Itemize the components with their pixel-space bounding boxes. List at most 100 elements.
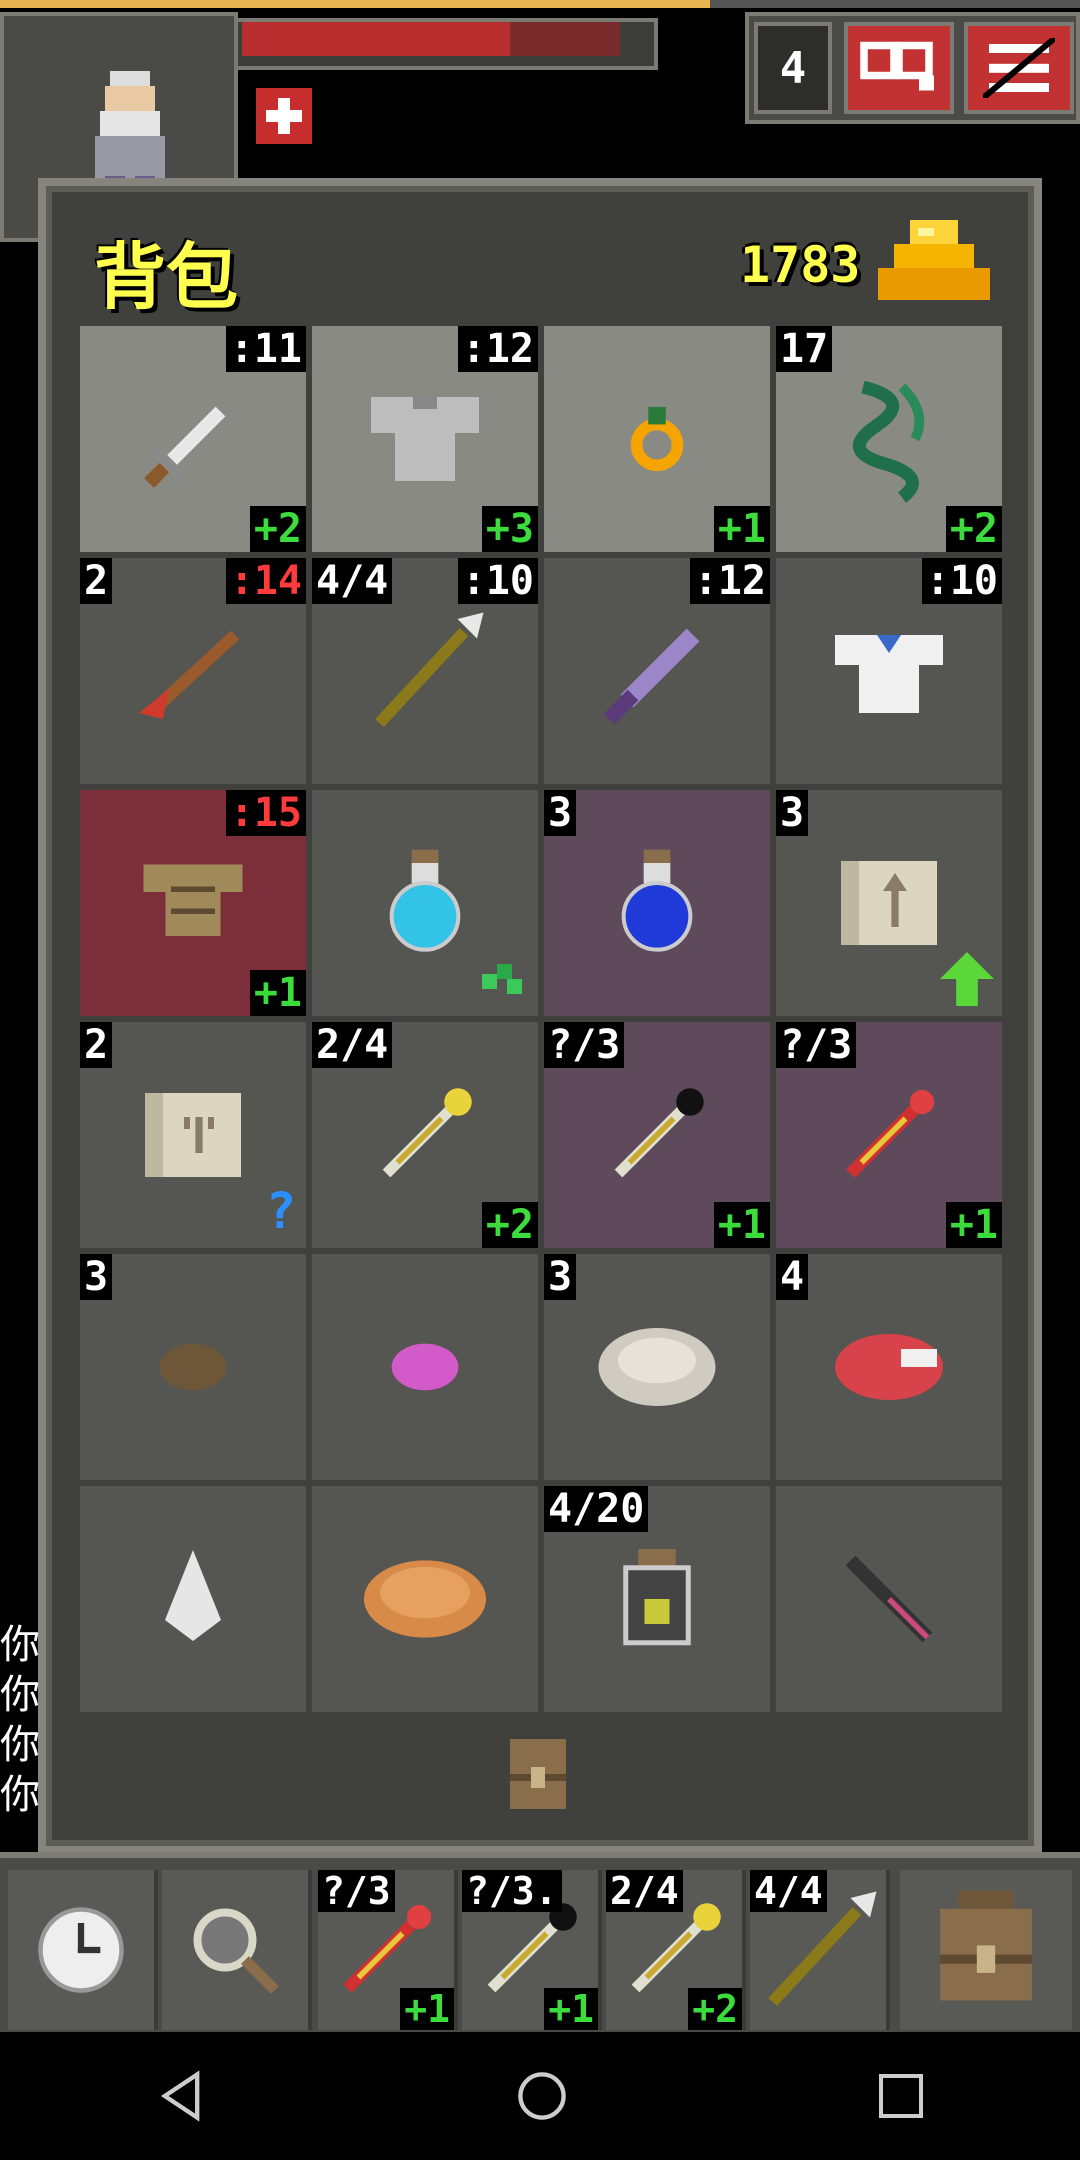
- log-line: 你: [0, 1622, 40, 1668]
- inventory-slot[interactable]: 2 :14: [80, 558, 306, 784]
- inventory-slot[interactable]: ?/3 +1: [544, 1022, 770, 1248]
- dew-vial-icon: [623, 1549, 691, 1646]
- experience-bar-empty: [710, 0, 1080, 8]
- meat-icon: [835, 1334, 943, 1400]
- item-quantity: 3: [80, 1254, 113, 1300]
- inventory-slot[interactable]: 3: [80, 1254, 306, 1480]
- backpack-button[interactable]: [900, 1870, 1072, 2030]
- inventory-slot[interactable]: ?/3 +1: [776, 1022, 1002, 1248]
- system-navigation-bar: [0, 2032, 1080, 2160]
- log-line: 你: [0, 1772, 40, 1818]
- quickslot-4[interactable]: 4/4: [750, 1870, 890, 2030]
- inventory-slot[interactable]: [312, 1486, 538, 1712]
- wand-gold-icon: [382, 1088, 472, 1178]
- quickslot-enchant-level: +1: [544, 1988, 598, 2030]
- leather-armor-icon: [143, 864, 243, 936]
- pasty-icon: [363, 1560, 487, 1638]
- quickslot-2[interactable]: ?/3. +1: [462, 1870, 602, 2030]
- inventory-slot[interactable]: 2?: [80, 1022, 306, 1248]
- wand-black-icon: [614, 1088, 704, 1178]
- item-strength-requirement: :15: [225, 790, 306, 836]
- inventory-slot[interactable]: [80, 1486, 306, 1712]
- item-strength-requirement: :11: [225, 326, 306, 372]
- inventory-slot[interactable]: [776, 1486, 1002, 1712]
- inventory-slot[interactable]: [312, 1254, 538, 1480]
- backpack-tab-icon[interactable]: [496, 1732, 580, 1816]
- item-quantity: 17: [776, 326, 833, 372]
- quickslot-enchant-level: +1: [400, 1988, 454, 2030]
- cloth-shirt-icon: [835, 635, 943, 713]
- gold-pile-icon: [878, 220, 990, 300]
- menu-button[interactable]: [964, 22, 1074, 114]
- item-quantity: 3: [544, 790, 577, 836]
- inventory-slot[interactable]: :12 +3: [312, 326, 538, 552]
- quickslot-enchant-level: +2: [688, 1988, 742, 2030]
- purple-sword-icon: [603, 628, 700, 725]
- item-quantity: 3: [776, 790, 809, 836]
- short-sword-icon: [144, 406, 226, 488]
- hero-avatar-icon: [95, 71, 165, 191]
- item-enchant-level: +1: [713, 1202, 770, 1248]
- home-icon[interactable]: [515, 2069, 569, 2123]
- seed-icon: [159, 1343, 227, 1391]
- item-enchant-level: +2: [249, 506, 306, 552]
- item-strength-requirement: :12: [457, 326, 538, 372]
- quickslot-3[interactable]: 2/4 +2: [606, 1870, 746, 2030]
- item-strength-requirement: :12: [689, 558, 770, 604]
- pink-stone-icon: [391, 1343, 459, 1391]
- whip-icon: [852, 380, 925, 503]
- quickslot-quantity: 2/4: [606, 1870, 683, 1912]
- unidentified-marker: ?: [265, 1182, 296, 1240]
- quickslot-quantity: ?/3: [318, 1870, 395, 1912]
- inventory-slot[interactable]: :10: [776, 558, 1002, 784]
- item-quantity: 2/4: [312, 1022, 393, 1068]
- item-enchant-level: +3: [481, 506, 538, 552]
- wait-button[interactable]: [8, 1870, 158, 2030]
- chain-armor-icon: [371, 397, 479, 481]
- inventory-slot[interactable]: 3: [544, 790, 770, 1016]
- quickslot-quantity: 4/4: [750, 1870, 827, 1912]
- inventory-slot[interactable]: 4: [776, 1254, 1002, 1480]
- item-strength-requirement: :14: [225, 558, 306, 604]
- item-quantity: 4/4: [312, 558, 393, 604]
- cyan-potion-icon: [389, 849, 461, 952]
- item-quantity: 2: [80, 558, 113, 604]
- scroll-upgrade-icon: [841, 861, 937, 945]
- log-line: 你: [0, 1672, 40, 1718]
- quickslot-1[interactable]: ?/3 +1: [318, 1870, 458, 2030]
- health-bar-shield: [510, 22, 620, 56]
- sparkle-icon: [472, 954, 532, 1008]
- inventory-slot[interactable]: 3: [544, 1254, 770, 1480]
- inventory-slot[interactable]: 4/4 :10: [312, 558, 538, 784]
- inventory-slot[interactable]: :15 +1: [80, 790, 306, 1016]
- ring-icon: [630, 406, 684, 472]
- inventory-slot[interactable]: 3: [776, 790, 1002, 1016]
- item-quantity: ?/3: [544, 1022, 625, 1068]
- inventory-slot[interactable]: 2/4 +2: [312, 1022, 538, 1248]
- back-icon[interactable]: [154, 2069, 208, 2123]
- inventory-slot[interactable]: 4/20: [544, 1486, 770, 1712]
- inventory-slot[interactable]: [312, 790, 538, 1016]
- inventory-slot[interactable]: +1: [544, 326, 770, 552]
- dark-dagger-icon: [845, 1555, 933, 1643]
- inventory-slot[interactable]: :11 +2: [80, 326, 306, 552]
- item-quantity: 2: [80, 1022, 113, 1068]
- scroll-unknown-icon: [145, 1093, 241, 1177]
- gold-count: 1783: [740, 236, 861, 294]
- log-line: 你: [0, 1722, 40, 1768]
- depth-value: 4: [779, 42, 807, 94]
- blue-potion-icon: [621, 849, 693, 952]
- experience-bar: [0, 0, 710, 8]
- bandage-icon: [598, 1328, 716, 1406]
- recents-icon[interactable]: [876, 2071, 926, 2121]
- search-button[interactable]: [162, 1870, 312, 2030]
- inventory-slot[interactable]: :12: [544, 558, 770, 784]
- buff-icon[interactable]: [256, 88, 312, 144]
- item-enchant-level: +1: [945, 1202, 1002, 1248]
- spear-icon: [375, 612, 484, 727]
- inventory-slot[interactable]: 17 +2: [776, 326, 1002, 552]
- clock-icon: [38, 1907, 124, 1993]
- dungeon-depth-indicator: 4: [754, 22, 832, 114]
- journal-button[interactable]: [844, 22, 954, 114]
- item-strength-requirement: :10: [457, 558, 538, 604]
